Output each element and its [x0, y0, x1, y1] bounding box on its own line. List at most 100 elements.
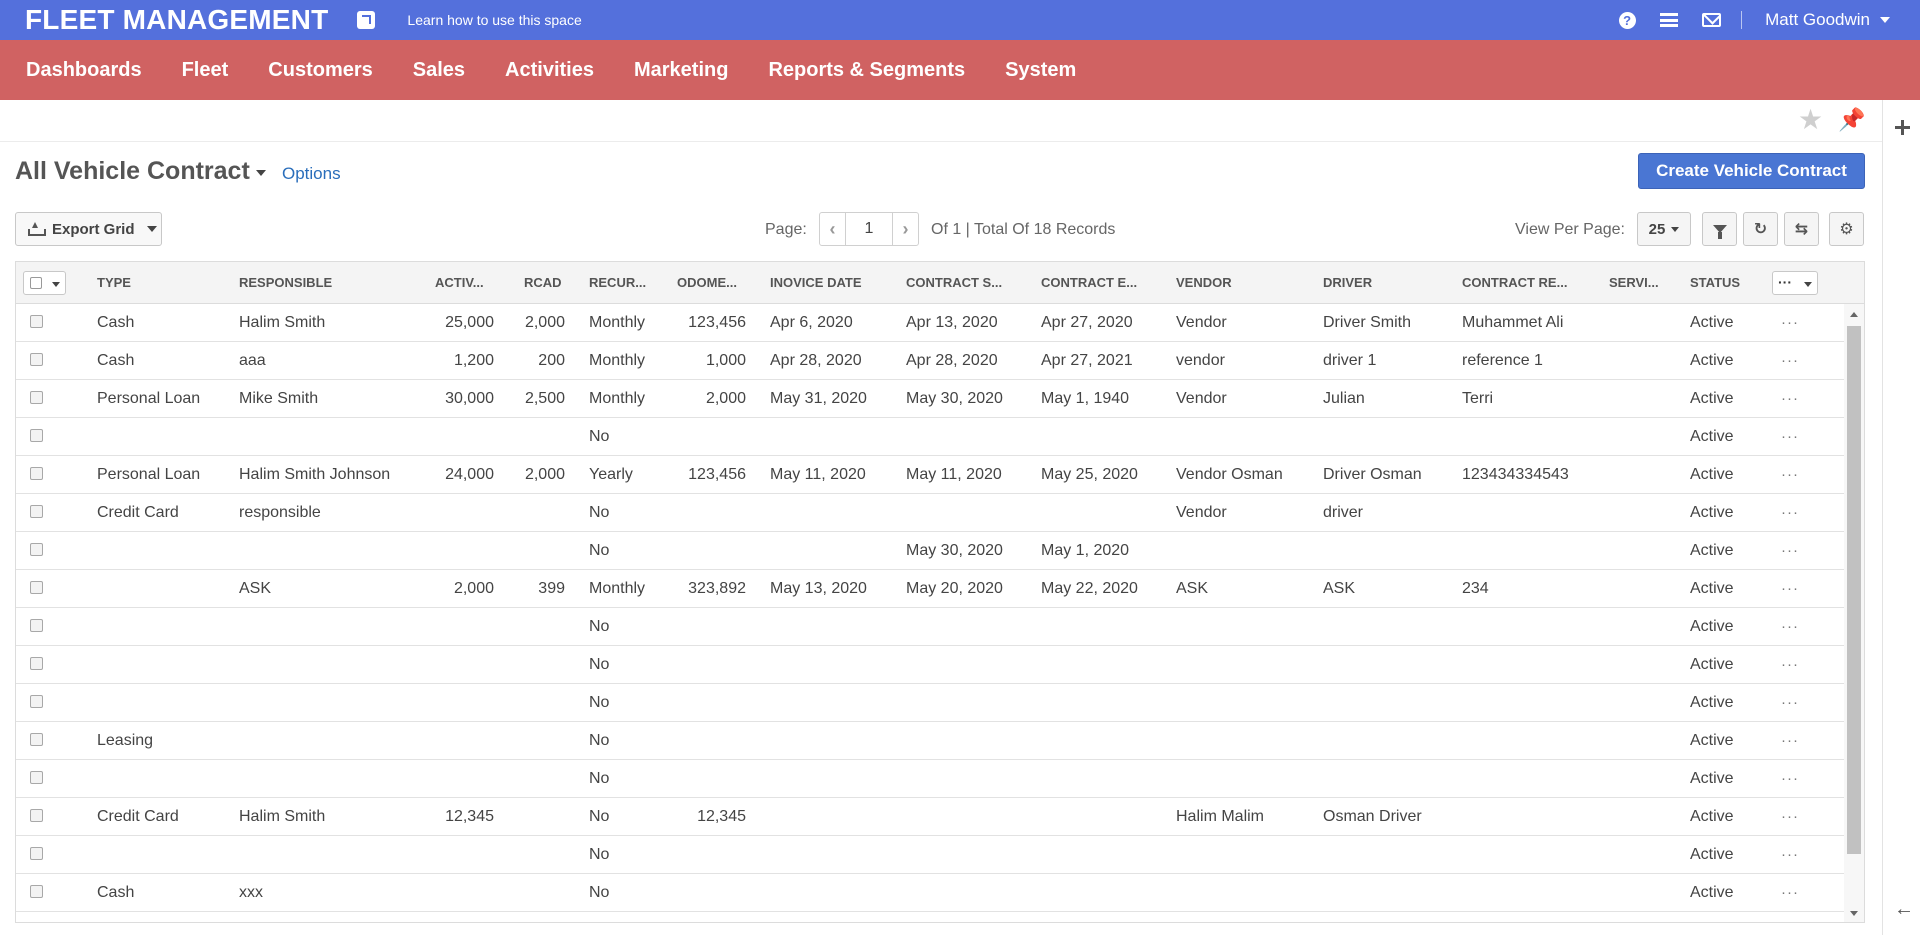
row-checkbox[interactable] [30, 505, 43, 518]
scroll-thumb[interactable] [1847, 326, 1861, 854]
row-checkbox[interactable] [30, 353, 43, 366]
column-header-contract-end[interactable]: CONTRACT E... [1041, 262, 1171, 304]
external-link-icon[interactable] [357, 11, 376, 29]
arrow-left-icon[interactable]: ← [1894, 898, 1914, 921]
menu-icon[interactable] [1659, 10, 1679, 30]
row-actions-button[interactable]: ··· [1781, 380, 1799, 417]
reset-button[interactable]: ↻ [1743, 212, 1778, 246]
table-row[interactable]: Leasing No Active ··· [16, 722, 1844, 760]
column-menu-button[interactable]: ··· [1772, 271, 1818, 295]
table-row[interactable]: Credit Card Halim Smith 12,345 No 12,345 Hali… [16, 798, 1844, 836]
row-checkbox[interactable] [30, 391, 43, 404]
page-input[interactable]: 1 [845, 213, 893, 245]
chevron-down-icon[interactable] [256, 170, 266, 176]
sync-button[interactable]: ⇆ [1784, 212, 1819, 246]
row-checkbox[interactable] [30, 657, 43, 670]
column-header-activation[interactable]: ACTIV... [435, 262, 515, 304]
pin-icon[interactable]: 📌 [1838, 109, 1865, 131]
column-header-contract-start[interactable]: CONTRACT S... [906, 262, 1036, 304]
nav-dashboards[interactable]: Dashboards [26, 59, 142, 82]
column-header-driver[interactable]: DRIVER [1323, 262, 1458, 304]
row-checkbox[interactable] [30, 885, 43, 898]
row-checkbox[interactable] [30, 429, 43, 442]
column-header-status[interactable]: STATUS [1690, 262, 1760, 304]
row-actions-button[interactable]: ··· [1781, 418, 1799, 455]
row-actions-button[interactable]: ··· [1781, 798, 1799, 835]
table-row[interactable]: No Active ··· [16, 760, 1844, 798]
row-actions-button[interactable]: ··· [1781, 836, 1799, 873]
select-all-checkbox[interactable] [23, 271, 66, 295]
column-header-vendor[interactable]: VENDOR [1176, 262, 1316, 304]
row-actions-button[interactable]: ··· [1781, 342, 1799, 379]
user-menu[interactable]: Matt Goodwin [1765, 10, 1870, 30]
table-row[interactable]: No Active ··· [16, 418, 1844, 456]
star-icon[interactable]: ★ [1798, 106, 1823, 134]
column-header-contract-reference[interactable]: CONTRACT RE... [1462, 262, 1607, 304]
view-per-page-select[interactable]: 25 [1637, 212, 1691, 246]
app-brand[interactable]: FLEET MANAGEMENT [25, 4, 328, 36]
table-row[interactable]: No May 30, 2020 May 1, 2020 Active ··· [16, 532, 1844, 570]
create-vehicle-contract-button[interactable]: Create Vehicle Contract [1638, 153, 1865, 189]
nav-sales[interactable]: Sales [413, 59, 465, 82]
row-checkbox[interactable] [30, 847, 43, 860]
nav-system[interactable]: System [1005, 59, 1076, 82]
table-row[interactable]: Cash aaa 1,200 200 Monthly 1,000 Apr 28, 2020 A… [16, 342, 1844, 380]
table-row[interactable]: ASK 2,000 399 Monthly 323,892 May 13, 2020 May… [16, 570, 1844, 608]
row-actions-button[interactable]: ··· [1781, 456, 1799, 493]
row-actions-button[interactable]: ··· [1781, 684, 1799, 721]
settings-button[interactable]: ⚙ [1829, 212, 1864, 246]
vertical-scrollbar[interactable] [1844, 304, 1864, 922]
row-actions-button[interactable]: ··· [1781, 304, 1799, 341]
row-actions-button[interactable]: ··· [1781, 646, 1799, 683]
row-checkbox[interactable] [30, 809, 43, 822]
help-icon[interactable]: ? [1617, 10, 1637, 30]
nav-reports-segments[interactable]: Reports & Segments [768, 59, 965, 82]
column-header-recurring[interactable]: RECUR... [589, 262, 669, 304]
row-checkbox[interactable] [30, 467, 43, 480]
add-icon[interactable] [1895, 120, 1910, 135]
row-actions-button[interactable]: ··· [1781, 760, 1799, 797]
next-page-icon[interactable]: › [893, 213, 918, 245]
column-header-invoice-date[interactable]: INOVICE DATE [770, 262, 900, 304]
page-title[interactable]: All Vehicle Contract [15, 157, 250, 186]
table-row[interactable]: Cash Halim Smith 25,000 2,000 Monthly 123,456… [16, 304, 1844, 342]
nav-fleet[interactable]: Fleet [182, 59, 229, 82]
row-actions-button[interactable]: ··· [1781, 608, 1799, 645]
nav-activities[interactable]: Activities [505, 59, 594, 82]
row-checkbox[interactable] [30, 695, 43, 708]
column-header-service[interactable]: SERVI... [1609, 262, 1669, 304]
scroll-up-icon[interactable] [1850, 312, 1858, 317]
prev-page-icon[interactable]: ‹ [820, 213, 845, 245]
row-actions-button[interactable]: ··· [1781, 532, 1799, 569]
learn-link[interactable]: Learn how to use this space [407, 12, 581, 28]
row-checkbox[interactable] [30, 315, 43, 328]
column-header-type[interactable]: TYPE [97, 262, 207, 304]
column-header-responsible[interactable]: RESPONSIBLE [239, 262, 399, 304]
table-row[interactable]: No Active ··· [16, 836, 1844, 874]
row-checkbox[interactable] [30, 619, 43, 632]
table-row[interactable]: Personal Loan Mike Smith 30,000 2,500 Monthl… [16, 380, 1844, 418]
row-actions-button[interactable]: ··· [1781, 494, 1799, 531]
row-actions-button[interactable]: ··· [1781, 874, 1799, 911]
options-link[interactable]: Options [282, 164, 341, 184]
table-row[interactable]: Cash xxx No Active ··· [16, 874, 1844, 912]
table-row[interactable]: Credit Card responsible No Vendor driver Acti… [16, 494, 1844, 532]
row-checkbox[interactable] [30, 581, 43, 594]
row-checkbox[interactable] [30, 733, 43, 746]
table-row[interactable]: Personal Loan Halim Smith Johnson 24,000 2,… [16, 456, 1844, 494]
table-row[interactable]: No Active ··· [16, 646, 1844, 684]
mail-icon[interactable] [1701, 10, 1721, 30]
column-header-rcad[interactable]: RCAD [524, 262, 584, 304]
table-row[interactable]: No Active ··· [16, 608, 1844, 646]
scroll-down-icon[interactable] [1850, 911, 1858, 916]
filter-button[interactable] [1702, 212, 1737, 246]
nav-customers[interactable]: Customers [268, 59, 372, 82]
chevron-down-icon[interactable] [1880, 17, 1890, 23]
row-checkbox[interactable] [30, 771, 43, 784]
table-row[interactable]: No Active ··· [16, 684, 1844, 722]
export-grid-button[interactable]: Export Grid [15, 212, 162, 246]
column-header-odometer[interactable]: ODOME... [677, 262, 762, 304]
row-checkbox[interactable] [30, 543, 43, 556]
nav-marketing[interactable]: Marketing [634, 59, 728, 82]
row-actions-button[interactable]: ··· [1781, 570, 1799, 607]
